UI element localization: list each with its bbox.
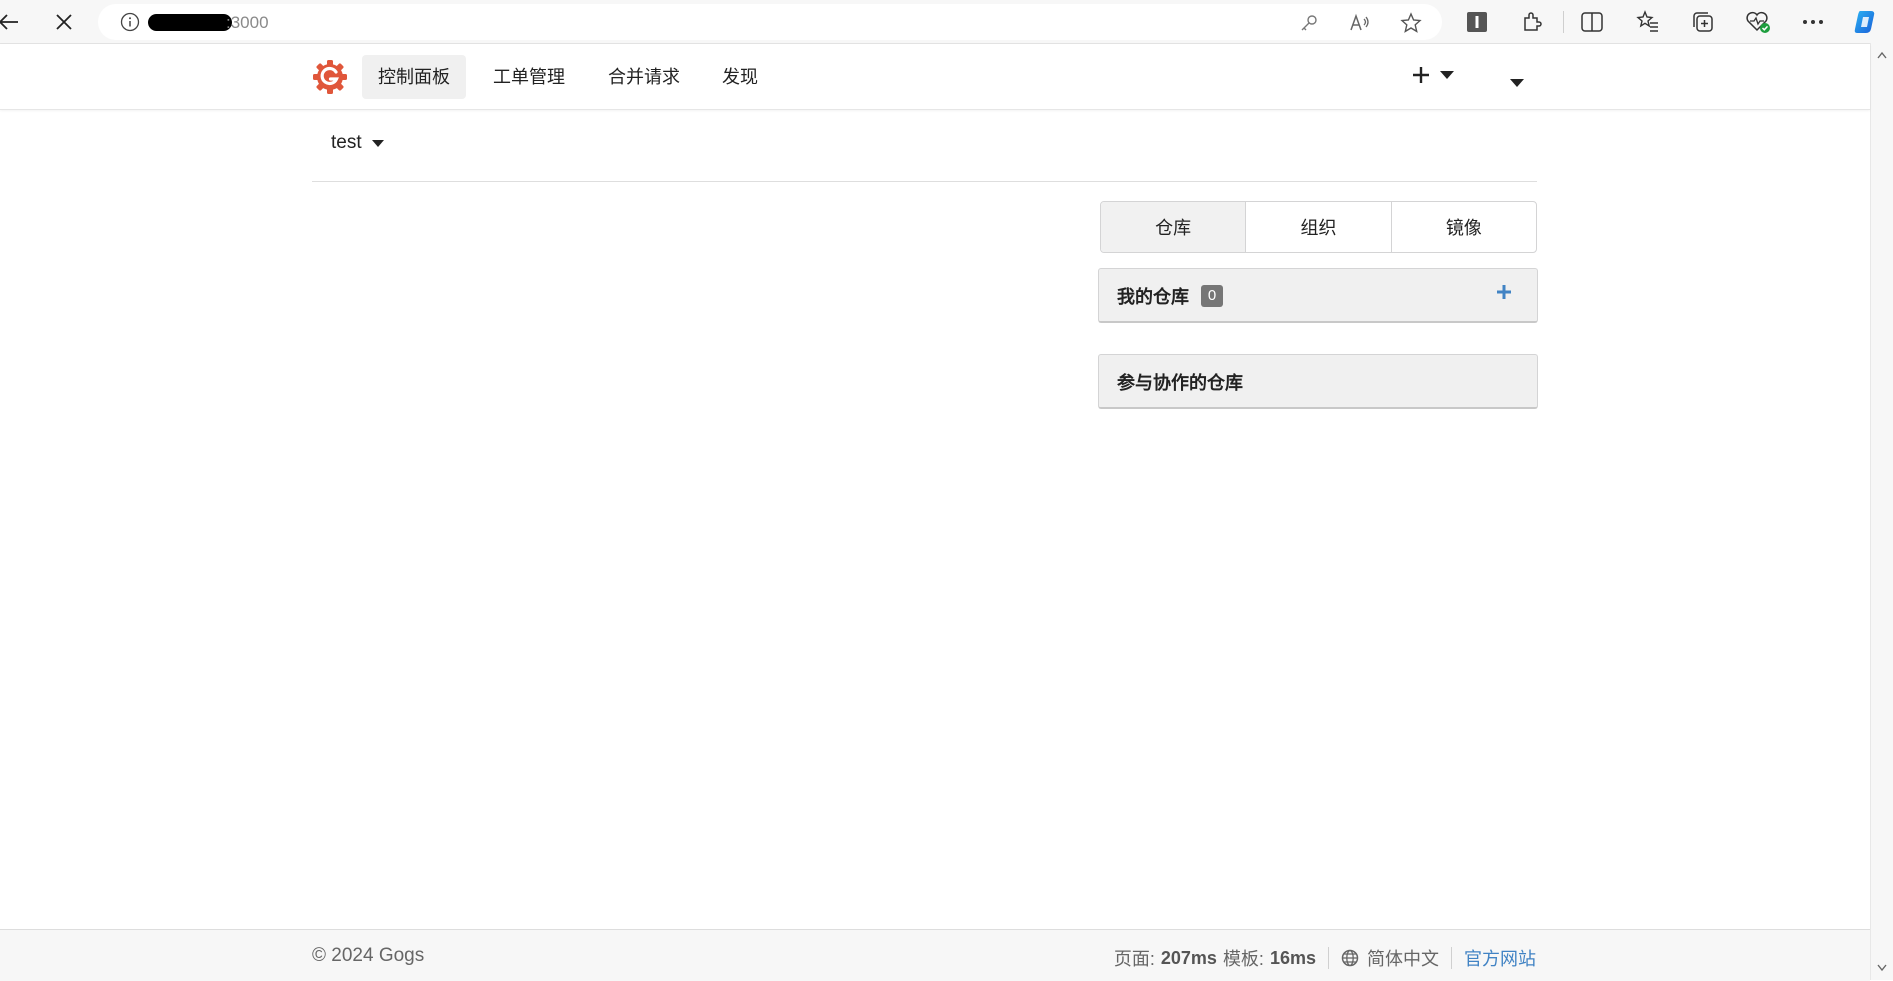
globe-icon: [1341, 949, 1359, 967]
collections-icon[interactable]: [1689, 8, 1717, 36]
tab-repositories[interactable]: 仓库: [1101, 202, 1246, 252]
site-header: 控制面板 工单管理 合并请求 发现: [0, 44, 1870, 110]
collaborative-repositories-panel: 参与协作的仓库: [1098, 354, 1538, 409]
user-menu[interactable]: [1510, 74, 1524, 92]
extension-i-icon[interactable]: [1463, 8, 1491, 36]
language-selector[interactable]: 简体中文: [1341, 945, 1439, 971]
repo-count-badge: 0: [1201, 285, 1223, 307]
my-repositories-panel: 我的仓库 0: [1098, 268, 1538, 323]
page-time-label: 页面:: [1113, 949, 1155, 969]
scroll-down-icon[interactable]: [1877, 964, 1887, 972]
context-switcher[interactable]: test: [331, 132, 384, 154]
page-time-value: 207ms: [1160, 947, 1217, 968]
official-site-link[interactable]: 官方网站: [1464, 945, 1536, 971]
url-text: :3000: [226, 13, 269, 32]
dashboard-context-bar: test: [312, 110, 1537, 182]
tab-mirrors[interactable]: 镜像: [1390, 202, 1536, 252]
vertical-scrollbar[interactable]: [1870, 43, 1893, 980]
gogs-logo-icon[interactable]: [312, 59, 348, 95]
caret-down-icon: [1510, 79, 1524, 87]
nav-issues[interactable]: 工单管理: [477, 55, 581, 99]
collaborative-repositories-title: 参与协作的仓库: [1117, 373, 1243, 393]
favorite-star-icon[interactable]: [1400, 12, 1422, 34]
back-icon[interactable]: [0, 9, 22, 35]
read-aloud-icon[interactable]: [1349, 12, 1371, 34]
copilot-icon[interactable]: [1852, 8, 1880, 36]
redacted-host: [148, 14, 232, 31]
caret-down-icon: [1440, 71, 1454, 79]
add-repository-button[interactable]: [1495, 283, 1513, 306]
tab-organizations[interactable]: 组织: [1245, 202, 1390, 252]
address-bar[interactable]: :3000: [98, 4, 1442, 40]
site-info-icon[interactable]: [120, 12, 140, 37]
my-repositories-title: 我的仓库: [1117, 287, 1189, 307]
site-footer: © 2024 Gogs 页面: 207ms 模板: 16ms 简体中文 官方网站: [0, 929, 1870, 981]
template-time-value: 16ms: [1269, 947, 1316, 968]
context-username: test: [331, 132, 362, 153]
template-time-label: 模板:: [1222, 949, 1264, 969]
language-label: 简体中文: [1367, 949, 1439, 969]
caret-down-icon: [371, 139, 384, 147]
browser-essentials-icon[interactable]: [1744, 8, 1772, 36]
stop-loading-icon[interactable]: [51, 9, 77, 35]
extensions-puzzle-icon[interactable]: [1518, 8, 1546, 36]
key-icon[interactable]: [1298, 12, 1320, 34]
repo-type-tabs: 仓库 组织 镜像: [1100, 201, 1537, 253]
scroll-up-icon[interactable]: [1877, 51, 1887, 59]
split-screen-icon[interactable]: [1578, 8, 1606, 36]
create-new-menu[interactable]: [1412, 66, 1454, 84]
more-options-icon[interactable]: [1799, 8, 1827, 36]
nav-dashboard[interactable]: 控制面板: [362, 55, 466, 99]
nav-pull-requests[interactable]: 合并请求: [592, 55, 696, 99]
copyright-text: © 2024 Gogs: [312, 945, 425, 966]
plus-icon: [1413, 67, 1429, 83]
nav-explore[interactable]: 发现: [706, 55, 774, 99]
browser-toolbar: :3000: [0, 0, 1893, 44]
plus-icon: [1497, 285, 1511, 299]
favorites-list-icon[interactable]: [1634, 8, 1662, 36]
